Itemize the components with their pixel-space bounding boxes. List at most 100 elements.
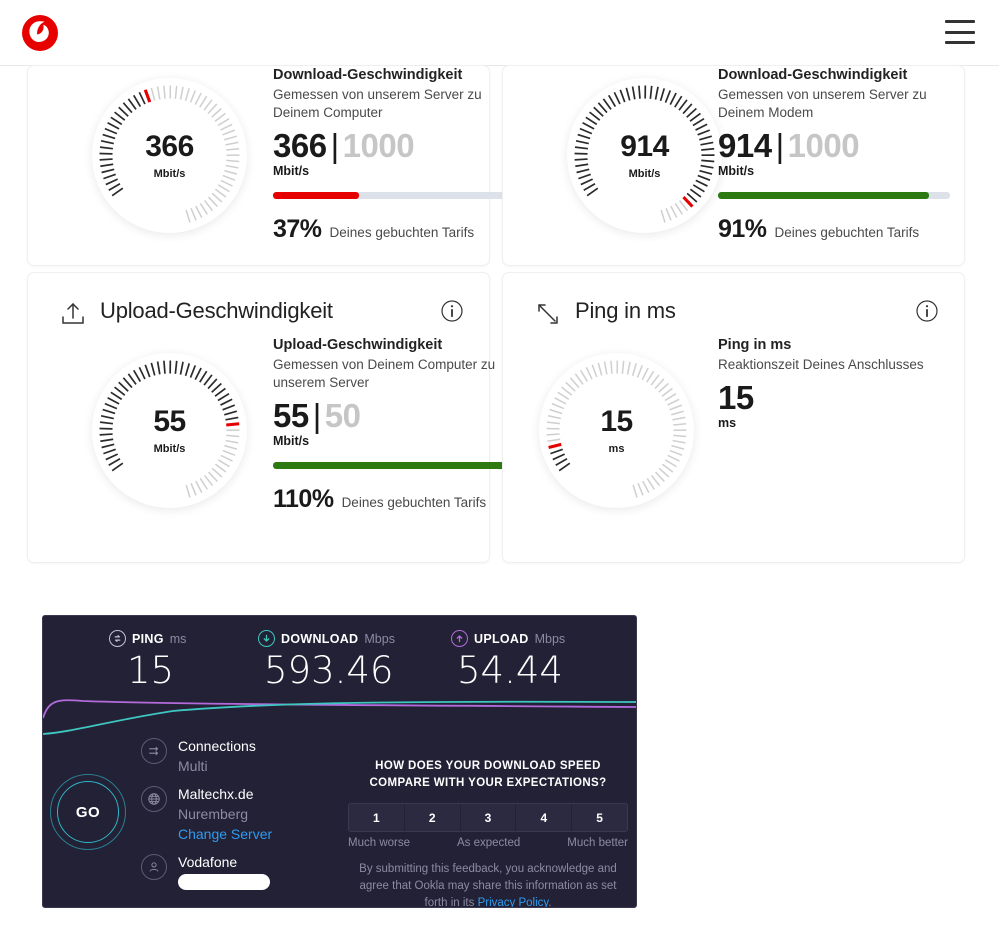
connections-label: Connections (178, 738, 256, 754)
metric-separator: | (330, 127, 340, 164)
ookla-isp-text: Vodafone (178, 852, 270, 890)
ookla-metric-ping: PING ms 15 (109, 630, 186, 693)
go-button[interactable]: GO (50, 774, 126, 850)
download-circle-icon (258, 630, 275, 647)
gauge-value: 15 (600, 405, 633, 438)
legal-end: . (548, 897, 552, 908)
gauge-unit: ms (608, 443, 625, 455)
metric-value: 366 (273, 127, 327, 164)
metric-title: Download-Geschwindigkeit (718, 67, 908, 83)
card-download-modem: 914 Mbit/s Download-Geschwindigkeit Geme… (503, 66, 964, 265)
metric-download-modem: Download-Geschwindigkeit Gemessen von un… (718, 66, 950, 244)
change-server-link[interactable]: Change Server (178, 824, 272, 844)
ookla-server-text: Maltechx.de Nuremberg Change Server (178, 784, 272, 844)
percent-label: Deines gebuchten Tarifs (329, 225, 475, 240)
ookla-metric-head: UPLOAD Mbps (451, 630, 565, 647)
ookla-speedtest-widget: PING ms 15 DOWNLOAD Mbps 593.46 UPLOAD M… (42, 615, 637, 908)
metric-numbers: 15 (718, 378, 924, 418)
metric-subtitle: Gemessen von unserem Server zu Deinem Mo… (718, 87, 927, 120)
feedback-option-5[interactable]: 5 (572, 804, 627, 831)
feedback-option-2[interactable]: 2 (404, 804, 461, 831)
ookla-metrics-row: PING ms 15 DOWNLOAD Mbps 593.46 UPLOAD M… (43, 616, 636, 704)
feedback-label-low: Much worse (348, 837, 410, 849)
feedback-label-high: Much better (567, 837, 628, 849)
ookla-details: GO Connections Multi Maltechx.de Nurembe… (43, 736, 636, 908)
gauge-unit: Mbit/s (153, 168, 186, 180)
hamburger-bar (945, 20, 975, 23)
ookla-metric-unit: Mbps (534, 631, 566, 646)
ookla-isp-row[interactable]: Vodafone (141, 852, 272, 890)
metric-numbers: 366 | 1000 (273, 126, 505, 166)
metric-numbers: 914 | 1000 (718, 126, 950, 166)
card-header-ping: Ping in ms (503, 295, 964, 339)
ookla-metric-value: 15 (127, 649, 175, 692)
info-icon[interactable] (441, 300, 463, 322)
ookla-info-list: Connections Multi Maltechx.de Nuremberg … (141, 736, 272, 898)
privacy-policy-link[interactable]: Privacy Policy (478, 897, 549, 907)
metric-value: 914 (718, 127, 772, 164)
card-title: Ping in ms (575, 298, 676, 323)
progress-track (273, 192, 505, 199)
feedback-option-4[interactable]: 4 (516, 804, 573, 831)
percent-row: 37% Deines gebuchten Tarifs (273, 215, 505, 244)
gauge-unit: Mbit/s (153, 443, 186, 455)
gauge-download-modem: 914 Mbit/s (567, 78, 722, 233)
percent-label: Deines gebuchten Tarifs (774, 225, 920, 240)
metric-download-computer: Download-Geschwindigkeit Gemessen von un… (273, 66, 505, 244)
metric-unit: Mbit/s (273, 164, 310, 178)
server-city: Nuremberg (178, 806, 249, 822)
card-ping: Ping in ms 15 ms Ping in ms Reaktionszei… (503, 273, 964, 562)
percent-row: 91% Deines gebuchten Tarifs (718, 215, 950, 244)
ookla-metric-label: PING (132, 631, 164, 646)
metric-max: 1000 (342, 127, 415, 164)
user-icon (141, 854, 167, 880)
metric-separator: | (312, 397, 322, 434)
feedback-option-3[interactable]: 3 (460, 804, 517, 831)
metric-subtitle: Gemessen von Deinem Computer zu unserem … (273, 357, 496, 390)
metric-separator: | (775, 127, 785, 164)
card-header-upload: Upload-Geschwindigkeit (28, 295, 489, 339)
connections-icon (141, 738, 167, 764)
card-download-computer: 366 Mbit/s Download-Geschwindigkeit Geme… (28, 66, 505, 265)
hamburger-menu-icon[interactable] (945, 20, 975, 44)
gauge-value: 366 (145, 130, 194, 163)
redacted-ip-address (178, 874, 270, 890)
percent-value: 91% (718, 215, 767, 243)
ookla-server-row[interactable]: Maltechx.de Nuremberg Change Server (141, 784, 272, 844)
card-upload: Upload-Geschwindigkeit 55 Mbit/s Upload-… (28, 273, 505, 562)
ookla-connections-row[interactable]: Connections Multi (141, 736, 272, 776)
globe-icon (141, 786, 167, 812)
percent-value: 110% (273, 485, 334, 513)
metric-value: 55 (273, 397, 309, 434)
progress-fill (273, 192, 359, 199)
gauge-value: 55 (153, 405, 186, 438)
metric-ping: Ping in ms Reaktionszeit Deines Anschlus… (718, 336, 924, 430)
hamburger-bar (945, 30, 975, 34)
gauge-download-computer: 366 Mbit/s (92, 78, 247, 233)
gauge-ping: 15 ms (539, 353, 694, 508)
server-name: Maltechx.de (178, 786, 254, 802)
gauge-unit: Mbit/s (628, 168, 661, 180)
connections-value: Multi (178, 758, 208, 774)
percent-value: 37% (273, 215, 322, 243)
metric-unit: Mbit/s (718, 164, 755, 178)
card-title: Upload-Geschwindigkeit (100, 298, 333, 323)
ookla-metric-download: DOWNLOAD Mbps 593.46 (258, 630, 395, 693)
feedback-scale: 1 2 3 4 5 (348, 803, 628, 832)
ookla-metric-unit: Mbps (364, 631, 395, 646)
ookla-metric-unit: ms (169, 631, 187, 646)
metric-title: Upload-Geschwindigkeit (273, 337, 443, 353)
info-icon[interactable] (916, 300, 938, 322)
feedback-option-1[interactable]: 1 (349, 804, 405, 831)
ookla-feedback: HOW DOES YOUR DOWNLOAD SPEED COMPARE WIT… (348, 758, 628, 908)
upload-icon (58, 299, 88, 329)
percent-row: 110% Deines gebuchten Tarifs (273, 485, 505, 514)
metric-max: 1000 (787, 127, 860, 164)
progress-fill (718, 192, 930, 199)
metric-value: 15 (718, 379, 754, 416)
vodafone-logo[interactable] (20, 13, 60, 53)
go-button-label: GO (57, 781, 119, 843)
metric-title: Ping in ms (718, 337, 792, 353)
progress-fill (273, 462, 505, 469)
metric-upload: Upload-Geschwindigkeit Gemessen von Dein… (273, 336, 505, 514)
